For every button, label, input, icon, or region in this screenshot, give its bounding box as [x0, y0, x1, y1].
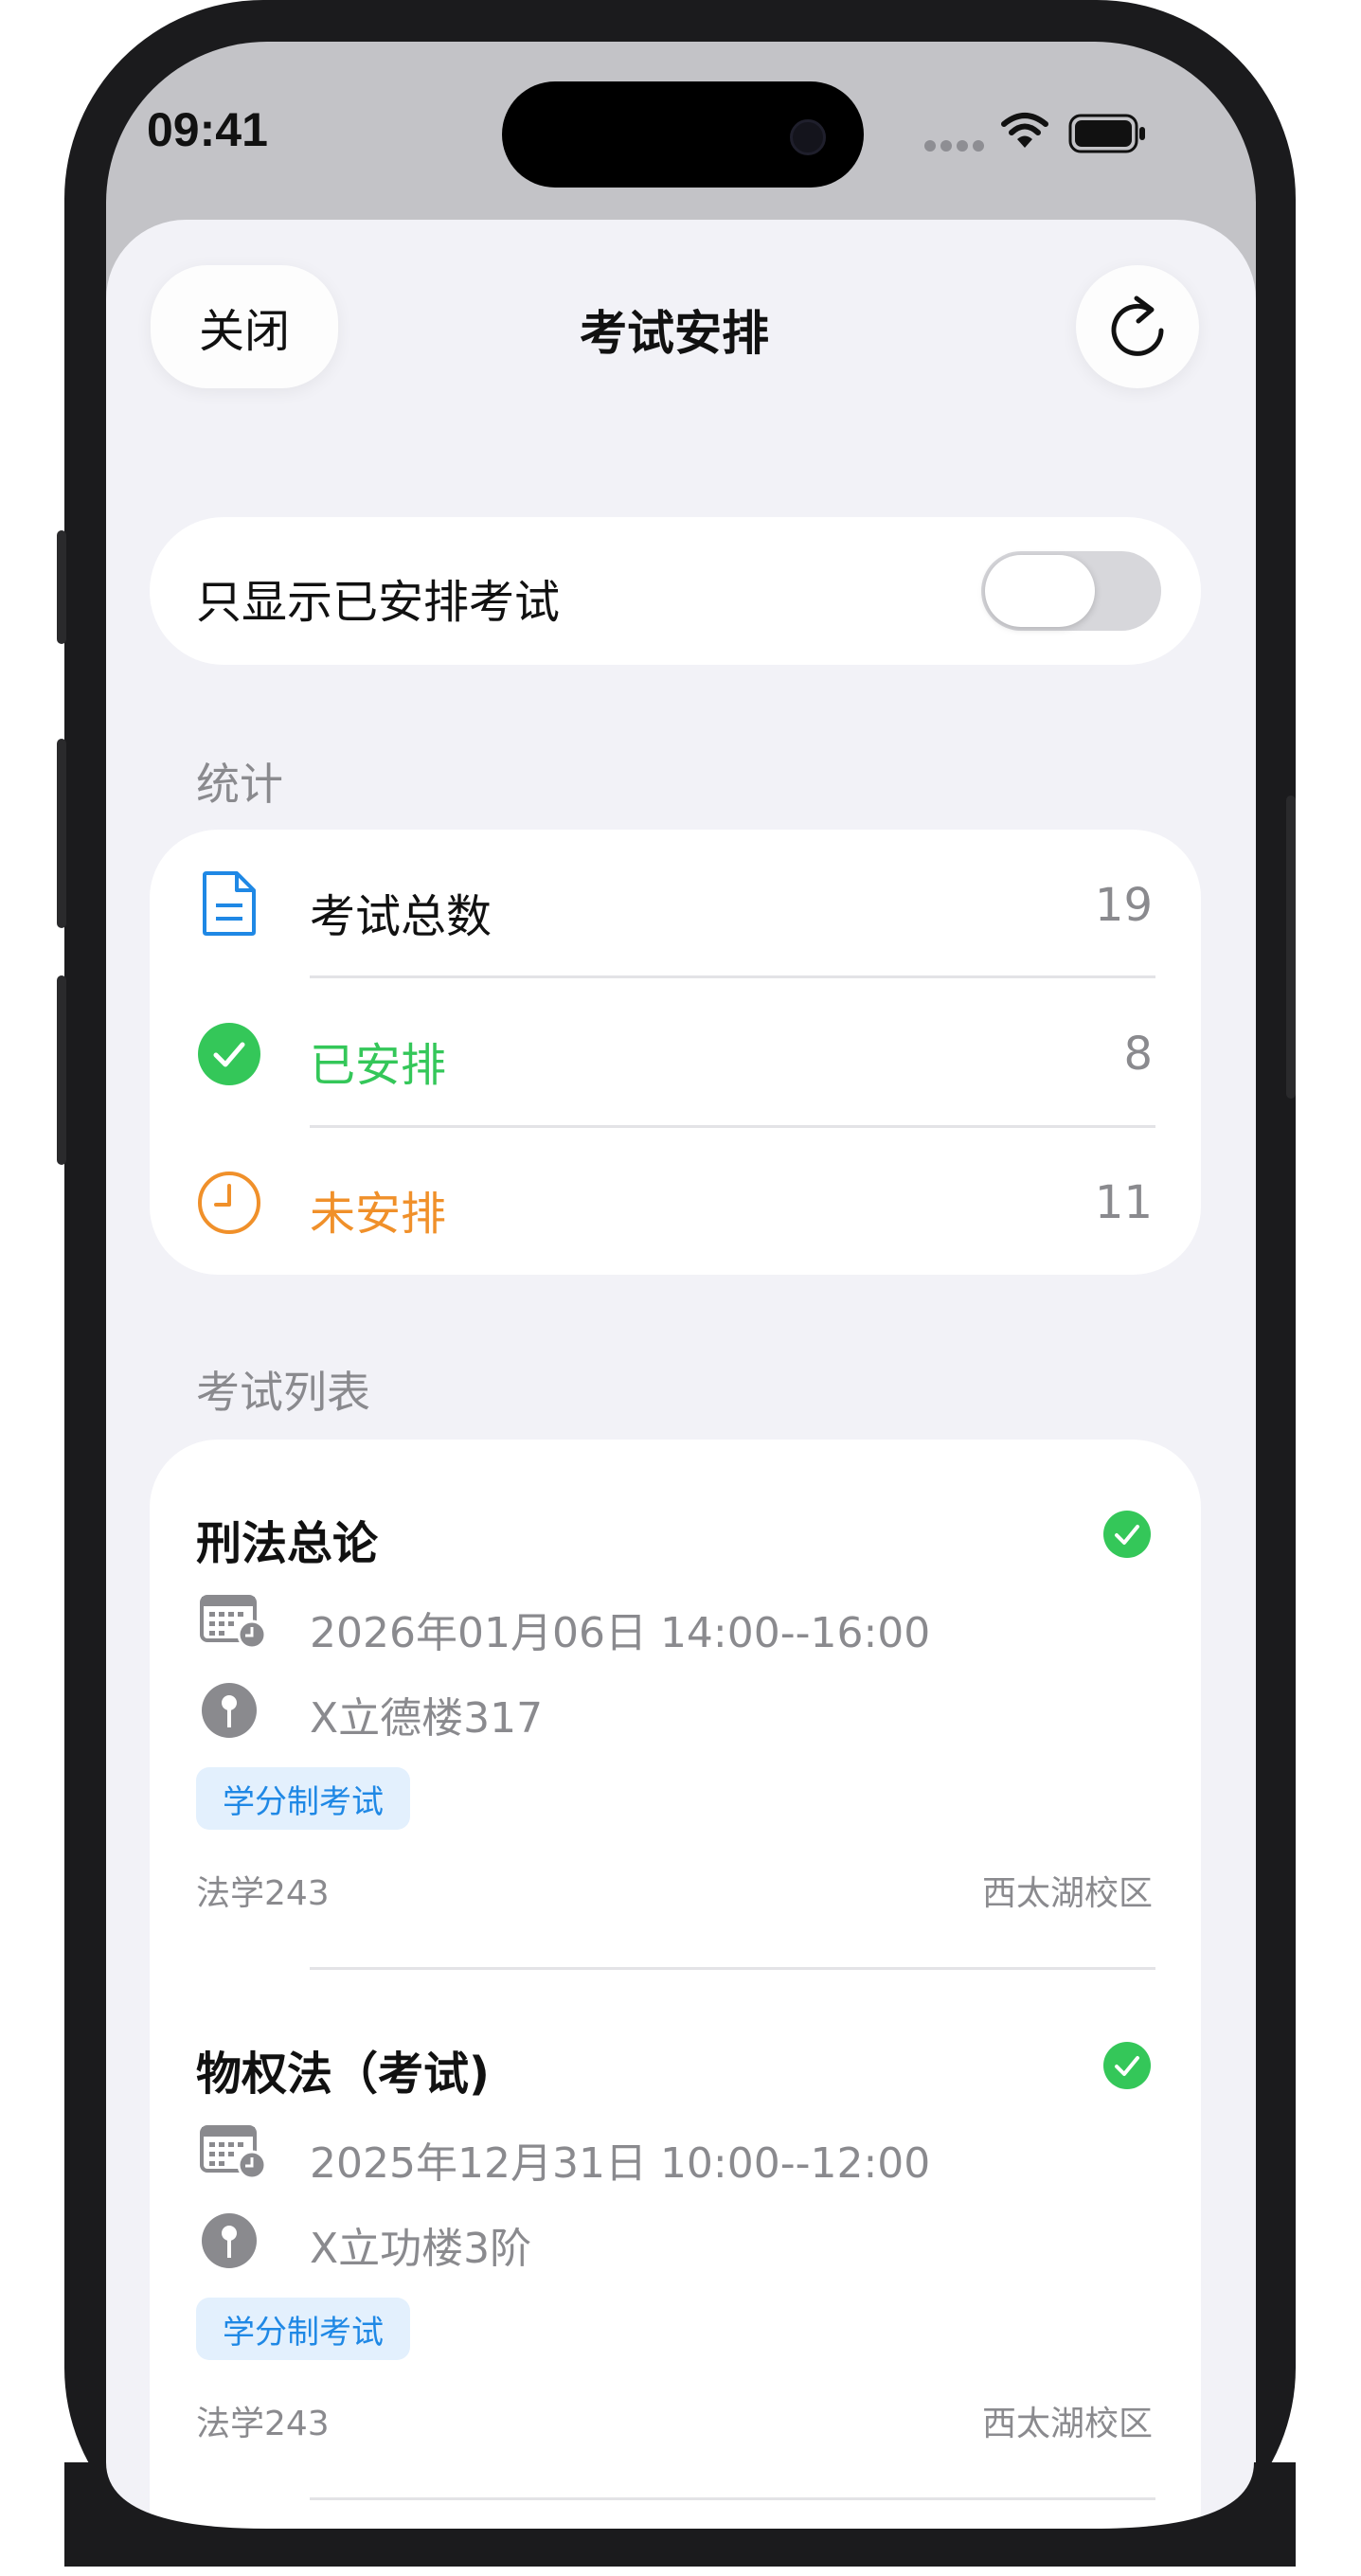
map-pin-icon — [201, 2212, 258, 2269]
wifi-icon — [1001, 112, 1048, 150]
exam-class: 法学243 — [196, 2405, 330, 2443]
stats-divider — [310, 975, 1155, 978]
clock-icon — [197, 1171, 261, 1235]
battery-icon — [1068, 114, 1148, 153]
checkmark-circle-icon — [197, 1022, 261, 1086]
arrow-clockwise-icon — [1108, 293, 1167, 361]
exam-location: X立功楼3阶 — [310, 2225, 532, 2273]
calendar-clock-icon — [199, 1591, 269, 1650]
stats-divider — [310, 1125, 1155, 1128]
filter-label: 只显示已安排考试 — [196, 576, 561, 629]
stat-value-total: 19 — [1094, 879, 1153, 932]
calendar-clock-icon — [199, 2121, 269, 2180]
volume-up-button — [57, 739, 66, 928]
exam-datetime: 2026年01月06日 14:00--16:00 — [310, 1609, 931, 1657]
scheduled-check-icon — [1102, 2041, 1152, 2090]
stats-card — [150, 830, 1201, 1275]
toggle-knob — [985, 555, 1095, 627]
action-button — [57, 530, 66, 644]
exam-type-tag: 学分制考试 — [196, 2298, 410, 2360]
exam-location: X立德楼317 — [310, 1694, 544, 1743]
exam-name: 刑法总论 — [196, 1517, 379, 1570]
scheduled-only-toggle[interactable] — [981, 551, 1161, 631]
exam-class: 法学243 — [196, 1874, 330, 1913]
page-title: 考试安排 — [580, 306, 769, 361]
scheduled-check-icon — [1102, 1510, 1152, 1559]
stats-section-title: 统计 — [196, 759, 283, 810]
exam-divider — [310, 1967, 1155, 1970]
power-button — [1286, 796, 1296, 1099]
exam-campus: 西太湖校区 — [981, 1874, 1153, 1913]
stat-value-scheduled: 8 — [1123, 1028, 1153, 1081]
dynamic-island — [502, 81, 864, 188]
camera-icon — [790, 119, 826, 155]
close-label: 关闭 — [198, 305, 290, 358]
stat-value-unscheduled: 11 — [1094, 1176, 1153, 1229]
map-pin-icon — [201, 1682, 258, 1739]
document-icon — [201, 869, 258, 938]
stat-label-unscheduled: 未安排 — [310, 1188, 447, 1241]
exams-section-title: 考试列表 — [196, 1367, 370, 1418]
exam-name: 物权法（考试) — [196, 2048, 490, 2101]
signal-icon — [923, 138, 984, 152]
exam-type-tag: 学分制考试 — [196, 1767, 410, 1830]
exam-datetime: 2025年12月31日 10:00--12:00 — [310, 2139, 931, 2188]
stat-label-scheduled: 已安排 — [310, 1039, 447, 1092]
volume-down-button — [57, 975, 66, 1165]
close-button[interactable]: 关闭 — [151, 265, 338, 388]
exam-campus: 西太湖校区 — [981, 2405, 1153, 2443]
status-time: 09:41 — [147, 103, 268, 156]
refresh-button[interactable] — [1076, 265, 1199, 388]
stat-label-total: 考试总数 — [310, 890, 492, 943]
bottom-bezel — [64, 2462, 1296, 2567]
